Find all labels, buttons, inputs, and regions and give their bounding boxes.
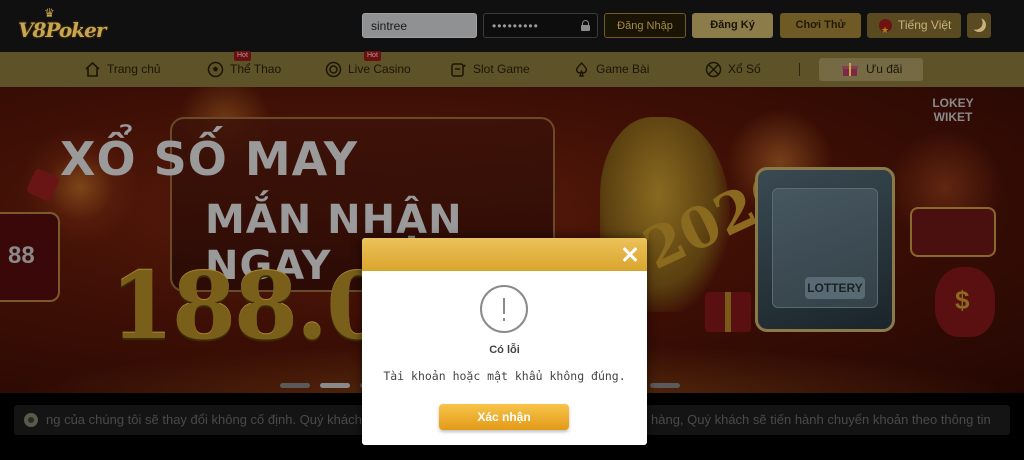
nav-label: Slot Game: [473, 62, 530, 76]
gift-icon: [842, 63, 858, 76]
marquee-text-left: ng của chúng tôi sẽ thay đổi không cố đị…: [46, 412, 362, 427]
register-button[interactable]: Đăng Ký: [692, 13, 773, 38]
promotions-label: Ưu đãi: [866, 62, 903, 76]
lock-icon: [581, 20, 590, 31]
hot-badge: Hot: [364, 51, 381, 61]
soccer-ball-icon: [207, 61, 224, 78]
casino-chip-icon: [325, 61, 342, 78]
logo-text: V8Poker: [18, 18, 106, 42]
nav-item-live-casino[interactable]: Live Casino Hot: [325, 51, 425, 87]
nav-label: Xổ Số: [728, 62, 761, 76]
theme-toggle-button[interactable]: [967, 13, 991, 38]
login-button[interactable]: Đăng Nhập: [604, 13, 686, 38]
banner-title-line1: XỔ SỐ MAY: [60, 132, 359, 186]
money-bag-icon: [935, 267, 995, 337]
spade-icon: [575, 61, 588, 77]
language-label: Tiếng Việt: [898, 18, 952, 32]
nav-label: Trang chủ: [107, 62, 161, 76]
trial-button[interactable]: Chơi Thử: [780, 13, 861, 38]
sign-text-line2: WIKET: [933, 110, 973, 124]
carousel-dot[interactable]: [280, 383, 310, 388]
home-icon: [85, 61, 100, 77]
gift-box-decoration: [705, 292, 751, 332]
carousel-dot[interactable]: [650, 383, 680, 388]
nav-divider: [799, 63, 800, 76]
nav-item-lottery[interactable]: Xổ Số: [705, 52, 775, 87]
site-logo[interactable]: ♛ V8Poker: [16, 6, 106, 46]
main-nav: Trang chủ Thể Thao Hot Live Casino Hot S…: [0, 51, 1024, 87]
hot-badge: Hot: [234, 51, 251, 61]
username-input[interactable]: sintree: [362, 13, 477, 38]
nav-label: Game Bài: [596, 62, 650, 76]
sign-text-line1: LOKEY: [932, 96, 974, 110]
marquee-text-right: hàng, Quý khách sẽ tiến hành chuyển khoả…: [651, 412, 991, 427]
dialog-message: Tài khoản hoặc mật khẩu không đúng.: [383, 369, 626, 383]
carousel-dot-active[interactable]: [320, 383, 350, 388]
nav-item-home[interactable]: Trang chủ: [84, 52, 174, 87]
nav-item-sports[interactable]: Thể Thao Hot: [207, 51, 297, 87]
promotions-button[interactable]: Ưu đãi: [819, 58, 923, 81]
password-value: •••••••••: [492, 19, 539, 33]
speaker-icon: [24, 413, 38, 427]
confirm-button[interactable]: Xác nhận: [439, 404, 569, 430]
vietnam-flag-icon: [879, 18, 892, 43]
dialog-title: Có lỗi: [489, 344, 520, 356]
error-dialog: Có lỗi Tài khoản hoặc mật khẩu không đún…: [362, 238, 647, 445]
nav-item-card-games[interactable]: Game Bài: [573, 52, 663, 87]
moon-icon: [970, 16, 988, 34]
lottery-label: LOTTERY: [805, 277, 865, 299]
banner-left-text: 88: [8, 242, 35, 269]
header: ♛ V8Poker sintree ••••••••• Đăng Nhập Đă…: [0, 0, 1024, 52]
dialog-header: [362, 238, 647, 271]
slot-machine-icon: [451, 63, 466, 77]
lottery-ball-icon: [705, 61, 722, 78]
password-input[interactable]: •••••••••: [483, 13, 598, 38]
sign-panel: [910, 207, 996, 257]
close-icon[interactable]: [619, 243, 641, 265]
exclamation-icon: [480, 285, 528, 333]
language-selector[interactable]: Tiếng Việt: [867, 13, 961, 43]
lottery-machine-image: [755, 167, 895, 332]
nav-item-slot-game[interactable]: Slot Game: [450, 52, 540, 87]
